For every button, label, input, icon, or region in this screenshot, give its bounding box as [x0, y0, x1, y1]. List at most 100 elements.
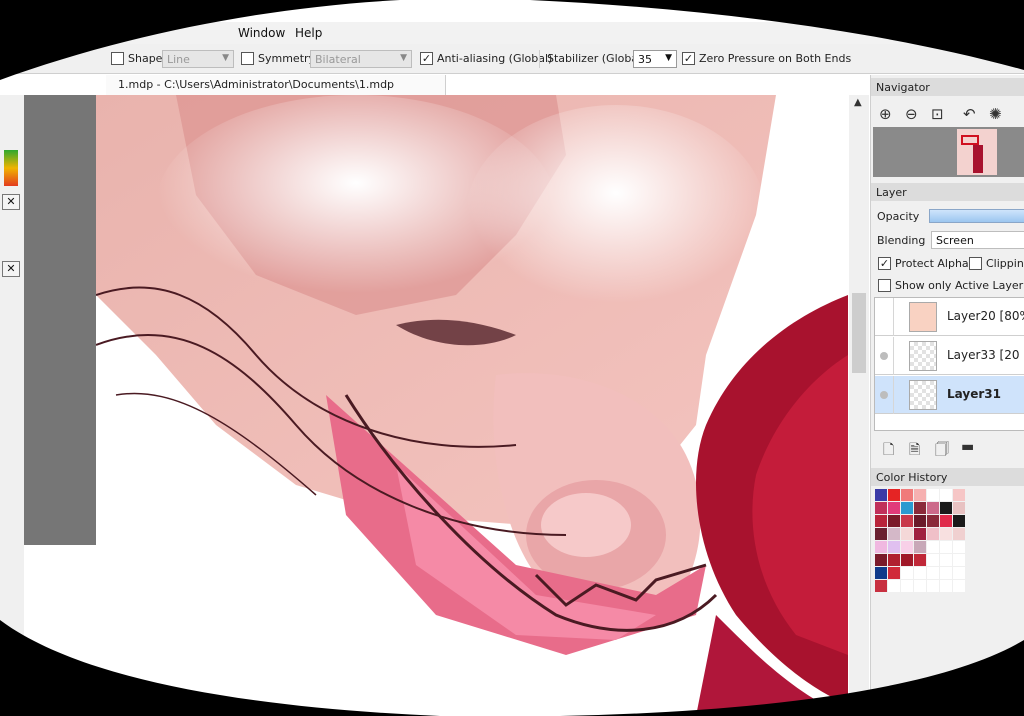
color-swatch[interactable]: [875, 515, 887, 527]
color-swatch[interactable]: [940, 502, 952, 514]
close-icon[interactable]: ✕: [2, 194, 20, 210]
zoom-in-icon[interactable]: ⊕: [879, 105, 892, 123]
color-swatch[interactable]: [940, 580, 952, 592]
vertical-scrollbar[interactable]: ▲: [849, 95, 869, 716]
color-swatch[interactable]: [914, 502, 926, 514]
color-swatch[interactable]: [953, 554, 965, 566]
color-swatch[interactable]: [914, 528, 926, 540]
color-swatch[interactable]: [914, 567, 926, 579]
color-swatch[interactable]: [953, 580, 965, 592]
rotate-icon[interactable]: ↶: [963, 105, 976, 123]
layer-row[interactable]: Layer31: [875, 376, 1024, 414]
color-swatch[interactable]: [901, 554, 913, 566]
color-swatch[interactable]: [914, 541, 926, 553]
fit-icon[interactable]: ⊡: [931, 105, 944, 123]
shape-select-value: Line: [167, 53, 190, 66]
right-panel: Navigator ⊕ ⊖ ⊡ ↶ ✺ Layer Opacity Blendi…: [870, 75, 1024, 716]
color-swatch[interactable]: [914, 515, 926, 527]
show-active-only-checkbox[interactable]: [878, 279, 891, 292]
color-swatch[interactable]: [953, 515, 965, 527]
color-swatch[interactable]: [927, 502, 939, 514]
layer-divider: [893, 298, 894, 336]
color-swatch[interactable]: [914, 489, 926, 501]
color-history-header: Color History: [871, 468, 1024, 486]
color-swatch[interactable]: [888, 502, 900, 514]
color-swatch[interactable]: [901, 502, 913, 514]
color-swatch[interactable]: [875, 502, 887, 514]
layer-thumbnail: [909, 302, 937, 332]
zero-pressure-checkbox[interactable]: ✓: [682, 52, 695, 65]
color-swatch[interactable]: [875, 541, 887, 553]
color-swatch[interactable]: [927, 515, 939, 527]
color-swatch[interactable]: [953, 567, 965, 579]
layer-row[interactable]: Layer20 [80%: [875, 298, 1024, 336]
layer-divider: [893, 337, 894, 375]
new-halftone-layer-icon[interactable]: 🗎: [909, 439, 920, 463]
color-swatch[interactable]: [953, 502, 965, 514]
color-swatch[interactable]: [875, 580, 887, 592]
color-swatch[interactable]: [888, 580, 900, 592]
color-swatch[interactable]: [875, 489, 887, 501]
opacity-slider[interactable]: [929, 209, 1024, 223]
new-1bit-layer-icon[interactable]: 🗍: [935, 439, 949, 463]
new-layer-icon[interactable]: 🗋: [883, 439, 894, 463]
navigator-preview[interactable]: [873, 127, 1024, 177]
color-swatch[interactable]: [901, 489, 913, 501]
color-swatch[interactable]: [927, 541, 939, 553]
color-swatch[interactable]: [888, 554, 900, 566]
color-swatch[interactable]: [875, 554, 887, 566]
hue-slider[interactable]: [4, 150, 18, 186]
color-swatch[interactable]: [901, 515, 913, 527]
drawing-canvas[interactable]: [96, 95, 848, 716]
layer-row[interactable]: Layer33 [20: [875, 337, 1024, 375]
color-swatch[interactable]: [914, 580, 926, 592]
color-swatch[interactable]: [953, 489, 965, 501]
color-swatch[interactable]: [940, 528, 952, 540]
color-swatch[interactable]: [901, 580, 913, 592]
color-swatch[interactable]: [914, 554, 926, 566]
color-swatch[interactable]: [927, 580, 939, 592]
symmetry-select[interactable]: Bilateral ▼: [310, 50, 412, 68]
color-swatch[interactable]: [953, 541, 965, 553]
color-swatch[interactable]: [940, 567, 952, 579]
eye-icon[interactable]: [880, 352, 888, 360]
shape-select[interactable]: Line ▼: [162, 50, 234, 68]
color-swatch[interactable]: [888, 541, 900, 553]
eye-icon[interactable]: [880, 391, 888, 399]
folder-icon[interactable]: ▬: [961, 439, 974, 455]
color-swatch[interactable]: [888, 528, 900, 540]
clipping-checkbox[interactable]: [969, 257, 982, 270]
menu-help[interactable]: Help: [295, 26, 322, 40]
symmetry-checkbox[interactable]: [241, 52, 254, 65]
color-swatch[interactable]: [927, 567, 939, 579]
color-swatch[interactable]: [901, 541, 913, 553]
color-swatch[interactable]: [927, 489, 939, 501]
color-swatch[interactable]: [927, 528, 939, 540]
color-swatch[interactable]: [875, 528, 887, 540]
color-swatch[interactable]: [940, 489, 952, 501]
menu-window[interactable]: Window: [238, 26, 285, 40]
blending-select[interactable]: Screen: [931, 231, 1024, 249]
view-rect[interactable]: [961, 135, 979, 145]
color-swatch[interactable]: [888, 567, 900, 579]
scrollbar-thumb[interactable]: [852, 293, 866, 373]
protect-alpha-checkbox[interactable]: ✓: [878, 257, 891, 270]
color-swatch[interactable]: [875, 567, 887, 579]
color-swatch[interactable]: [901, 528, 913, 540]
color-swatch[interactable]: [940, 541, 952, 553]
scroll-up-icon[interactable]: ▲: [854, 97, 862, 108]
color-swatch[interactable]: [888, 489, 900, 501]
reset-icon[interactable]: ✺: [989, 105, 1002, 123]
antialias-checkbox[interactable]: ✓: [420, 52, 433, 65]
document-tab[interactable]: 1.mdp - C:\Users\Administrator\Documents…: [106, 75, 446, 95]
zoom-out-icon[interactable]: ⊖: [905, 105, 918, 123]
color-swatch[interactable]: [953, 528, 965, 540]
close-icon[interactable]: ✕: [2, 261, 20, 277]
color-swatch[interactable]: [901, 567, 913, 579]
color-swatch[interactable]: [940, 515, 952, 527]
color-swatch[interactable]: [940, 554, 952, 566]
stabilizer-select[interactable]: 35 ▼: [633, 50, 677, 68]
color-swatch[interactable]: [888, 515, 900, 527]
shape-checkbox[interactable]: [111, 52, 124, 65]
color-swatch[interactable]: [927, 554, 939, 566]
